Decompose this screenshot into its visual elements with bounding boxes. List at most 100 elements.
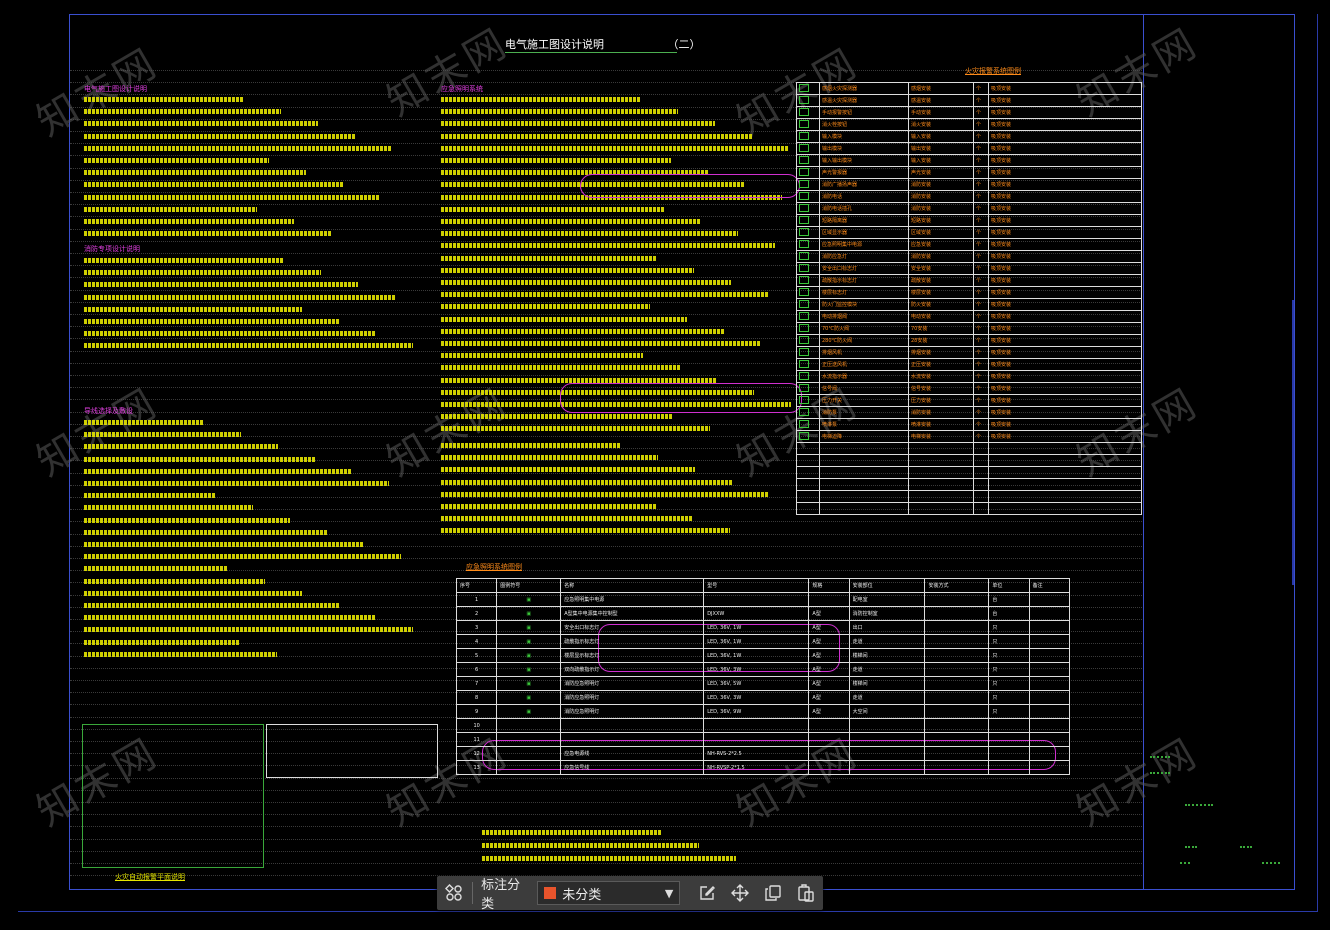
note-line	[84, 505, 253, 511]
table-row: 8 ▣ 消防应急照明灯 LED, 36V, 3W A型 走道只	[455, 690, 1071, 705]
note-line	[84, 158, 269, 163]
note-line	[441, 145, 789, 151]
note-line	[441, 455, 658, 461]
legend-row: 排烟风机 排烟安装个吸顶安装	[796, 346, 1142, 359]
note-line	[84, 627, 413, 633]
note-line	[441, 516, 693, 522]
move-icon[interactable]	[729, 882, 750, 904]
legend-name: 防火门监控模块	[819, 298, 909, 311]
legend-row: 消防泵 消防安装个吸顶安装	[796, 406, 1142, 419]
note-line	[84, 615, 376, 621]
legend-row: 信号阀 信号安装个吸顶安装	[796, 382, 1142, 395]
note-line	[441, 255, 657, 261]
title-block-note	[1262, 862, 1280, 864]
legend-row: 消防应急灯 消防安装个吸顶安装	[796, 250, 1142, 263]
legend-row: 消火栓按钮 消火安装个吸顶安装	[796, 118, 1142, 131]
note-line	[441, 491, 769, 497]
table-row: 9 ▣ 消防应急照明灯 LED, 36V, 9W A型 大空间只	[455, 704, 1071, 719]
legend-name: 输入输出模块	[819, 154, 909, 167]
note-line	[84, 170, 306, 176]
legend-row: 应急照明集中电源 应急安装个吸顶安装	[796, 238, 1142, 251]
legend-row: 水流指示器 水流安装个吸顶安装	[796, 370, 1142, 383]
note-line	[84, 121, 318, 127]
legend-row	[796, 442, 1142, 455]
note-line	[482, 830, 662, 835]
note-line	[84, 590, 302, 596]
section-header: 消防专项设计说明	[84, 245, 140, 253]
legend-row	[796, 490, 1142, 503]
note-line	[84, 319, 339, 324]
note-line	[84, 258, 284, 263]
note-line	[84, 420, 204, 425]
dropdown-arrow-icon: ▼	[664, 886, 674, 900]
legend-name: 信号阀	[819, 382, 909, 395]
note-line	[84, 432, 241, 438]
note-line	[441, 443, 621, 448]
note-line	[441, 231, 738, 237]
legend-row: 感温火灾探测器 感温安装个吸顶安装	[796, 94, 1142, 107]
note-line	[441, 206, 664, 212]
legend-name: 电梯迫降	[819, 430, 909, 443]
legend-name: 感烟火灾探测器	[819, 82, 909, 95]
legend-name: 消防广播扬声器	[819, 178, 909, 191]
note-line	[441, 316, 687, 322]
legend-name: 安全出口标志灯	[819, 262, 909, 275]
category-select[interactable]: 未分类 ▼	[537, 881, 681, 905]
legend-row: 喷淋泵 喷淋安装个吸顶安装	[796, 418, 1142, 431]
paste-icon[interactable]	[796, 882, 817, 904]
note-line	[482, 856, 736, 861]
note-line	[84, 517, 290, 523]
note-line	[84, 554, 401, 560]
legend-row: 电动排烟阀 电动安装个吸顶安装	[796, 310, 1142, 323]
note-line	[84, 566, 228, 572]
legend-row	[796, 478, 1142, 491]
legend-row: 楼层标志灯 楼层安装个吸顶安装	[796, 286, 1142, 299]
note-line	[84, 331, 376, 337]
legend-name	[819, 478, 909, 491]
note-line	[84, 529, 327, 535]
copy-icon[interactable]	[763, 882, 784, 904]
legend-name	[819, 454, 909, 467]
edit-icon[interactable]	[696, 882, 717, 904]
note-line	[441, 304, 650, 310]
table-row: 12 应急电源线 NH-RVS-2*2.5	[455, 746, 1071, 761]
legend-row: 输出模块 输出安装个吸顶安装	[796, 142, 1142, 155]
legend-name: 消防电话	[819, 190, 909, 203]
category-label: 标注分类	[481, 878, 521, 912]
grid-icon[interactable]	[443, 882, 464, 904]
note-line	[84, 219, 294, 224]
note-line	[84, 444, 278, 450]
note-line	[441, 467, 695, 473]
legend-name: 声光警报器	[819, 166, 909, 179]
toolbar-separator	[472, 882, 474, 904]
note-line	[84, 468, 352, 474]
legend-row: 输入输出模块 输入安装个吸顶安装	[796, 154, 1142, 167]
note-line	[84, 231, 331, 237]
legend-row: 压力开关 压力安装个吸顶安装	[796, 394, 1142, 407]
legend-name	[819, 490, 909, 503]
note-line	[441, 121, 715, 127]
title-block-note	[1180, 862, 1190, 864]
note-line	[84, 282, 358, 288]
section-header: 电气施工图设计说明	[84, 85, 147, 93]
note-line	[84, 603, 339, 608]
legend-name: 消防电话插孔	[819, 202, 909, 215]
note-line	[441, 328, 724, 334]
category-value: 未分类	[562, 887, 602, 903]
legend-row: 消防广播扬声器 消防安装个吸顶安装	[796, 178, 1142, 191]
note-line	[84, 343, 413, 349]
title-underline	[505, 52, 677, 53]
legend-name: 正压送风机	[819, 358, 909, 371]
note-line	[441, 504, 656, 509]
legend-row	[796, 466, 1142, 479]
wiring-table	[82, 724, 264, 868]
note-line	[441, 158, 671, 163]
note-line	[84, 97, 244, 102]
note-line	[84, 294, 395, 300]
scrollbar[interactable]	[1292, 300, 1294, 585]
note-line	[84, 493, 216, 499]
note-line	[441, 133, 752, 139]
cable-table	[266, 724, 438, 778]
legend-name: 喷淋泵	[819, 418, 909, 431]
note-line	[441, 97, 641, 102]
